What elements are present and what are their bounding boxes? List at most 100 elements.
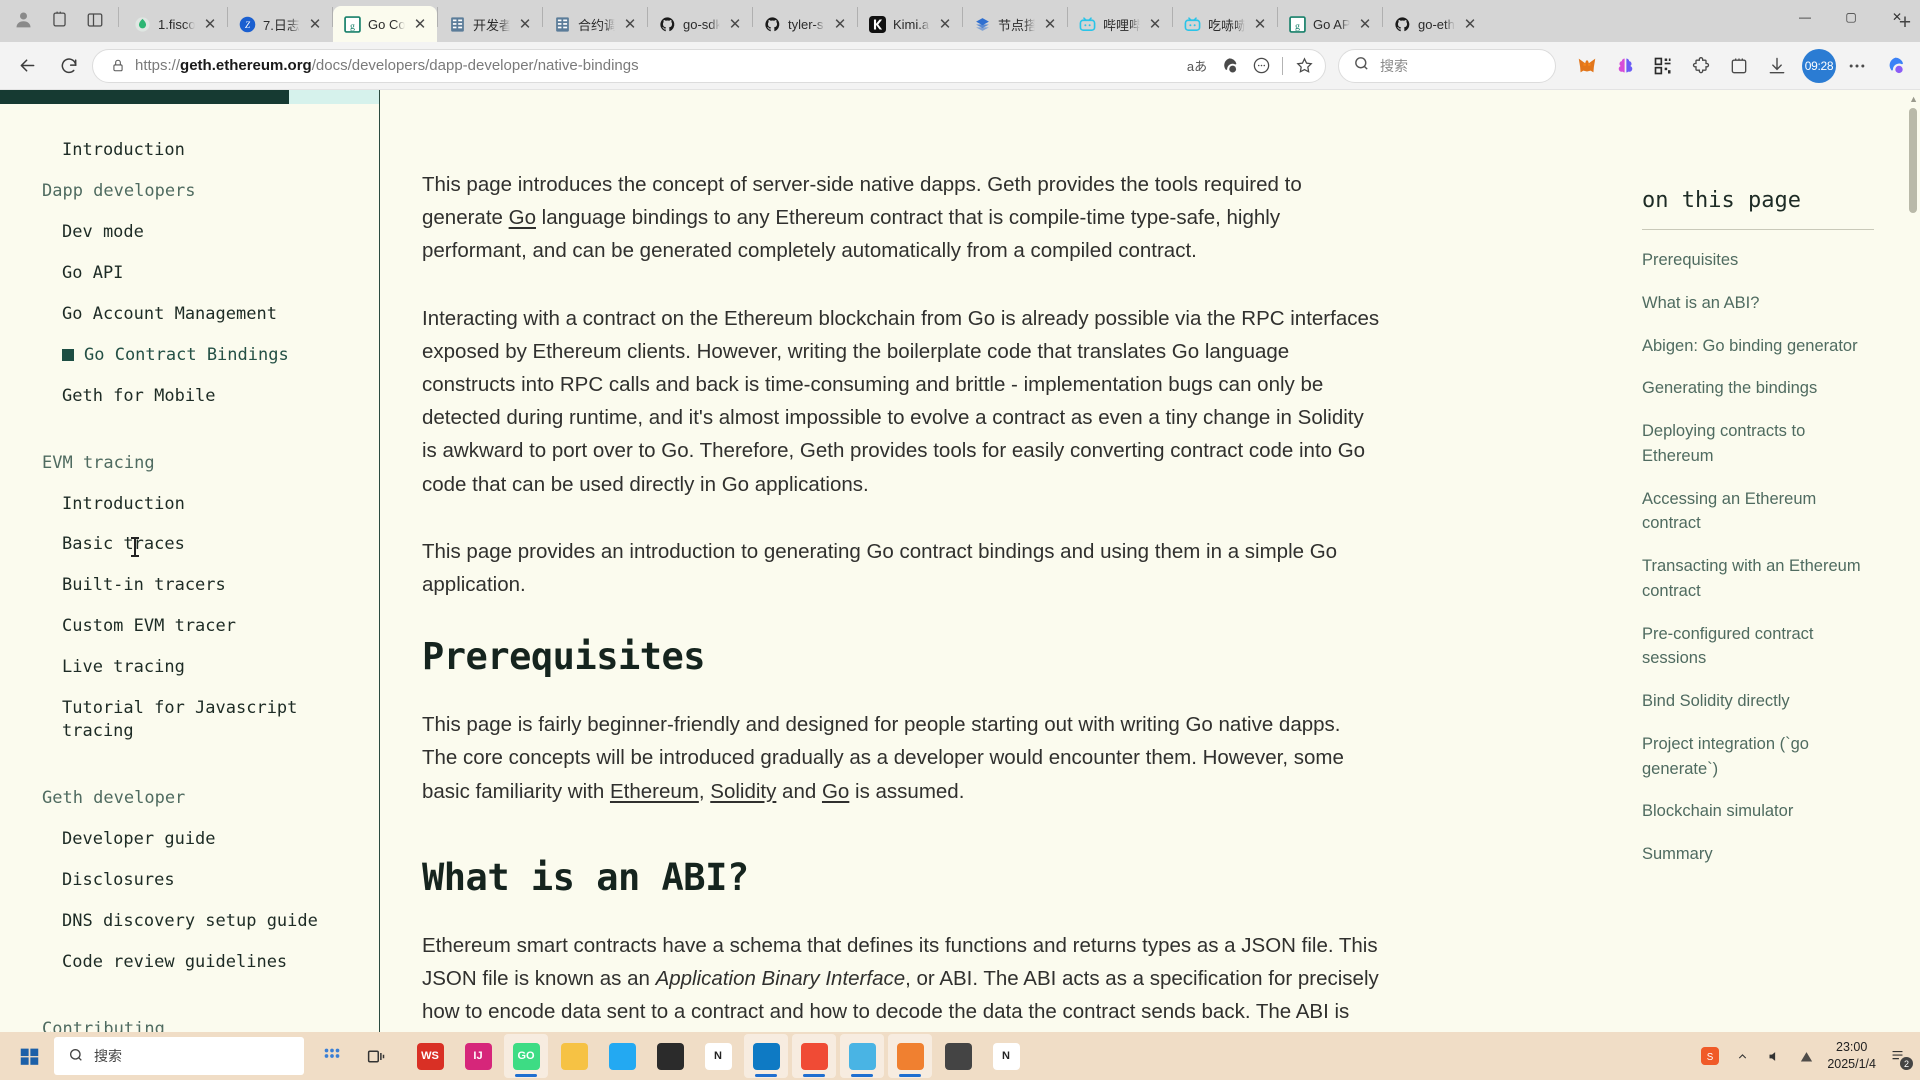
collections-icon[interactable] bbox=[1722, 49, 1756, 83]
browser-tab[interactable]: g Go API ✕ bbox=[1278, 6, 1382, 42]
toc-link-transacting-with-an-ethereum-contract[interactable]: Transacting with an Ethereum contract bbox=[1642, 554, 1874, 604]
sidebar-item-dns-discovery-setup-guide[interactable]: DNS discovery setup guide bbox=[0, 901, 379, 942]
split-screen-icon[interactable] bbox=[78, 4, 112, 36]
wps-app[interactable]: WS bbox=[408, 1034, 452, 1078]
task-view-icon[interactable] bbox=[354, 1034, 398, 1078]
tab-close-icon[interactable]: ✕ bbox=[937, 17, 953, 32]
tab-close-icon[interactable]: ✕ bbox=[517, 17, 533, 32]
settings-app[interactable] bbox=[936, 1034, 980, 1078]
sidebar-item-code-review-guidelines[interactable]: Code review guidelines bbox=[0, 942, 379, 983]
toc-link-deploying-contracts-to-ethereum[interactable]: Deploying contracts to Ethereum bbox=[1642, 419, 1874, 469]
close-button[interactable]: ✕ bbox=[1874, 0, 1920, 34]
downloads-icon[interactable] bbox=[1760, 49, 1794, 83]
toc-link-summary[interactable]: Summary bbox=[1642, 842, 1874, 867]
sidebar-item-go-account-management[interactable]: Go Account Management bbox=[0, 294, 379, 335]
sidebar-item-introduction[interactable]: Introduction bbox=[0, 130, 379, 171]
tab-close-icon[interactable]: ✕ bbox=[202, 17, 218, 32]
page-scrollbar[interactable]: ▲ bbox=[1906, 90, 1920, 1080]
toc-link-blockchain-simulator[interactable]: Blockchain simulator bbox=[1642, 799, 1874, 824]
more-settings-icon[interactable] bbox=[1840, 49, 1874, 83]
qrcode-extension-icon[interactable] bbox=[1646, 49, 1680, 83]
browser-tab[interactable]: 1.fisco ✕ bbox=[123, 6, 227, 42]
brain-extension-icon[interactable] bbox=[1608, 49, 1642, 83]
content-link[interactable]: Go bbox=[822, 780, 849, 803]
network-icon[interactable] bbox=[1795, 1045, 1817, 1067]
star-icon[interactable] bbox=[1289, 51, 1319, 81]
sidebar-item-introduction[interactable]: Introduction bbox=[0, 484, 379, 525]
app-orange[interactable] bbox=[888, 1034, 932, 1078]
sogou-input-icon[interactable]: S bbox=[1699, 1045, 1721, 1067]
tab-close-icon[interactable]: ✕ bbox=[412, 17, 428, 32]
sidebar-item-basic-traces[interactable]: Basic traces bbox=[0, 524, 379, 565]
idea-app[interactable]: IJ bbox=[456, 1034, 500, 1078]
toc-link-generating-the-bindings[interactable]: Generating the bindings bbox=[1642, 376, 1874, 401]
sidebar-item-dev-mode[interactable]: Dev mode bbox=[0, 212, 379, 253]
sidebar-item-built-in-tracers[interactable]: Built-in tracers bbox=[0, 565, 379, 606]
minimize-button[interactable]: — bbox=[1782, 0, 1828, 34]
toc-link-abigen-go-binding-generator[interactable]: Abigen: Go binding generator bbox=[1642, 334, 1874, 359]
tab-close-icon[interactable]: ✕ bbox=[1357, 17, 1373, 32]
toc-link-project-integration-go-generate[interactable]: Project integration (`go generate`) bbox=[1642, 732, 1874, 782]
browser-tab[interactable]: tyler-s ✕ bbox=[753, 6, 857, 42]
sidebar-item-disclosures[interactable]: Disclosures bbox=[0, 860, 379, 901]
tab-close-icon[interactable]: ✕ bbox=[622, 17, 638, 32]
metamask-extension-icon[interactable] bbox=[1570, 49, 1604, 83]
scroll-thumb[interactable] bbox=[1909, 108, 1917, 213]
sidebar-item-live-tracing[interactable]: Live tracing bbox=[0, 647, 379, 688]
profile-icon[interactable] bbox=[6, 4, 40, 36]
address-bar[interactable]: https://geth.ethereum.org/docs/developer… bbox=[92, 48, 1326, 83]
toc-link-pre-configured-contract-sessions[interactable]: Pre-configured contract sessions bbox=[1642, 622, 1874, 672]
browser-tab[interactable]: Z 7.日志 ✕ bbox=[228, 6, 332, 42]
explorer-app[interactable] bbox=[552, 1034, 596, 1078]
collections-icon[interactable] bbox=[42, 4, 76, 36]
browser-tab[interactable]: go-sdk ✕ bbox=[648, 6, 752, 42]
extensions-puzzle-icon[interactable] bbox=[1684, 49, 1718, 83]
sidebar-item-custom-evm-tracer[interactable]: Custom EVM tracer bbox=[0, 606, 379, 647]
terminal-app[interactable] bbox=[648, 1034, 692, 1078]
teams-app[interactable] bbox=[840, 1034, 884, 1078]
back-arrow-icon[interactable] bbox=[8, 47, 46, 85]
copilot-icon[interactable] bbox=[1214, 51, 1244, 81]
vscode-app[interactable] bbox=[600, 1034, 644, 1078]
taskbar-clock[interactable]: 23:00 2025/1/4 bbox=[1827, 1039, 1876, 1073]
content-link[interactable]: Ethereum bbox=[610, 780, 699, 803]
goland-app[interactable]: GO bbox=[504, 1034, 548, 1078]
browser-tab[interactable]: Kimi.ai ✕ bbox=[858, 6, 962, 42]
browser-tab[interactable]: 哔哩哔 ✕ bbox=[1068, 6, 1172, 42]
windows-start-icon[interactable] bbox=[6, 1034, 52, 1078]
sidebar-item-developer-guide[interactable]: Developer guide bbox=[0, 819, 379, 860]
edge-app[interactable] bbox=[744, 1034, 788, 1078]
toc-link-prerequisites[interactable]: Prerequisites bbox=[1642, 248, 1874, 273]
toc-link-what-is-an-abi[interactable]: What is an ABI? bbox=[1642, 291, 1874, 316]
tab-close-icon[interactable]: ✕ bbox=[1252, 17, 1268, 32]
browser-tab[interactable]: 开发者 ✕ bbox=[438, 6, 542, 42]
translate-icon[interactable]: aあ bbox=[1182, 51, 1212, 81]
sidebar-item-geth-for-mobile[interactable]: Geth for Mobile bbox=[0, 376, 379, 417]
widgets-icon[interactable] bbox=[310, 1034, 354, 1078]
sidebar-item-go-api[interactable]: Go API bbox=[0, 253, 379, 294]
tab-close-icon[interactable]: ✕ bbox=[1462, 17, 1478, 32]
sidebar-item-tutorial-for-javascript-tracing[interactable]: Tutorial for Javascript tracing bbox=[0, 688, 379, 752]
browser-tab[interactable]: 吃哧哧 ✕ bbox=[1173, 6, 1277, 42]
notion-app[interactable]: N bbox=[696, 1034, 740, 1078]
tab-close-icon[interactable]: ✕ bbox=[727, 17, 743, 32]
browser-tab[interactable]: 节点搭 ✕ bbox=[963, 6, 1067, 42]
tab-close-icon[interactable]: ✕ bbox=[832, 17, 848, 32]
page-actions-icon[interactable] bbox=[1246, 51, 1276, 81]
toc-link-bind-solidity-directly[interactable]: Bind Solidity directly bbox=[1642, 689, 1874, 714]
taskbar-search-input[interactable]: 搜索 bbox=[54, 1037, 304, 1075]
maximize-button[interactable]: ▢ bbox=[1828, 0, 1874, 34]
volume-icon[interactable] bbox=[1763, 1045, 1785, 1067]
tray-expand-icon[interactable] bbox=[1731, 1045, 1753, 1067]
browser-tab[interactable]: 合约调 ✕ bbox=[543, 6, 647, 42]
tab-close-icon[interactable]: ✕ bbox=[307, 17, 323, 32]
tab-close-icon[interactable]: ✕ bbox=[1042, 17, 1058, 32]
browser-tab[interactable]: g Go Co ✕ bbox=[333, 6, 437, 42]
unknown-red-app[interactable] bbox=[792, 1034, 836, 1078]
notification-icon[interactable]: 2 bbox=[1886, 1045, 1913, 1070]
tab-close-icon[interactable]: ✕ bbox=[1147, 17, 1163, 32]
profile-badge[interactable]: 09:28 bbox=[1802, 48, 1836, 83]
content-link[interactable]: Go bbox=[509, 206, 536, 229]
content-link[interactable]: Solidity bbox=[710, 780, 776, 803]
reload-icon[interactable] bbox=[50, 47, 88, 85]
